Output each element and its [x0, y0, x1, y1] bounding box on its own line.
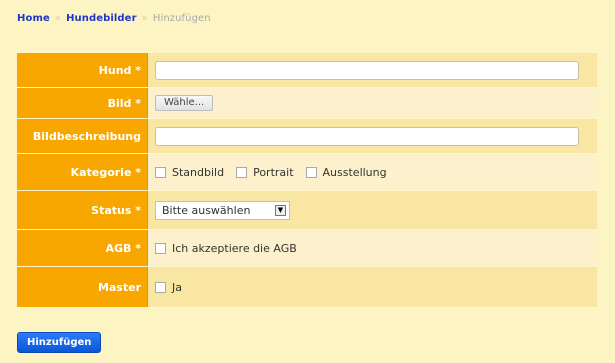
hund-label: Hund * [17, 53, 148, 87]
bildbeschreibung-field-cell [148, 119, 597, 153]
standbild-label: Standbild [172, 165, 225, 179]
status-selected-value: Bitte auswählen [162, 203, 251, 217]
form-row-bildbeschreibung: Bildbeschreibung [17, 119, 597, 154]
add-dog-image-form: Hund * Bild * Wähle... Bildbeschreibung … [17, 53, 597, 308]
master-label: Master [17, 267, 148, 307]
agb-label: AGB * [17, 230, 148, 266]
breadcrumb-separator: » [54, 13, 62, 24]
bildbeschreibung-input[interactable] [155, 126, 579, 146]
form-row-master: Master Ja [17, 267, 597, 308]
hund-input[interactable] [155, 60, 579, 80]
breadcrumb-separator: » [141, 13, 148, 24]
hund-field-cell [148, 53, 597, 87]
bild-field-cell: Wähle... [148, 88, 597, 118]
ausstellung-checkbox[interactable] [305, 166, 317, 178]
submit-button[interactable]: Hinzufügen [17, 332, 102, 353]
form-row-hund: Hund * [17, 53, 597, 88]
standbild-checkbox[interactable] [155, 166, 166, 178]
agb-checkbox[interactable] [155, 242, 166, 254]
master-field-cell: Ja [148, 267, 597, 307]
agb-field-cell: Ich akzeptiere die AGB [148, 230, 597, 266]
form-row-status: Status * Bitte auswählen ▼ [17, 191, 597, 230]
bildbeschreibung-label: Bildbeschreibung [17, 119, 148, 153]
kategorie-option-standbild[interactable]: Standbild [155, 166, 236, 179]
form-row-agb: AGB * Ich akzeptiere die AGB [17, 230, 597, 267]
master-option[interactable]: Ja [155, 281, 194, 294]
status-select[interactable]: Bitte auswählen ▼ [155, 200, 290, 220]
file-choose-button[interactable]: Wähle... [155, 95, 214, 111]
kategorie-option-ausstellung[interactable]: Ausstellung [305, 165, 399, 179]
breadcrumb-home-link[interactable]: Home [17, 13, 50, 24]
kategorie-field-cell: Standbild Portrait Ausstellung [148, 154, 597, 190]
form-row-kategorie: Kategorie * Standbild Portrait Ausstellu… [17, 154, 597, 191]
portrait-checkbox[interactable] [236, 166, 248, 178]
master-checkbox[interactable] [155, 281, 166, 293]
master-checkbox-label: Ja [172, 280, 182, 294]
breadcrumb-current: Hinzufügen [152, 13, 211, 24]
agb-checkbox-label: Ich akzeptiere die AGB [172, 241, 297, 255]
kategorie-label: Kategorie * [17, 154, 148, 190]
status-field-cell: Bitte auswählen ▼ [148, 191, 597, 229]
form-row-bild: Bild * Wähle... [17, 88, 597, 119]
breadcrumb: Home » Hundebilder » Hinzufügen [17, 13, 211, 24]
bild-label: Bild * [17, 88, 148, 118]
status-label: Status * [17, 191, 148, 229]
ausstellung-label: Ausstellung [322, 165, 387, 179]
breadcrumb-hundebilder-link[interactable]: Hundebilder [66, 13, 137, 24]
kategorie-option-portrait[interactable]: Portrait [236, 166, 305, 179]
agb-option[interactable]: Ich akzeptiere die AGB [155, 242, 309, 255]
chevron-down-icon: ▼ [275, 204, 286, 216]
portrait-label: Portrait [253, 165, 294, 179]
